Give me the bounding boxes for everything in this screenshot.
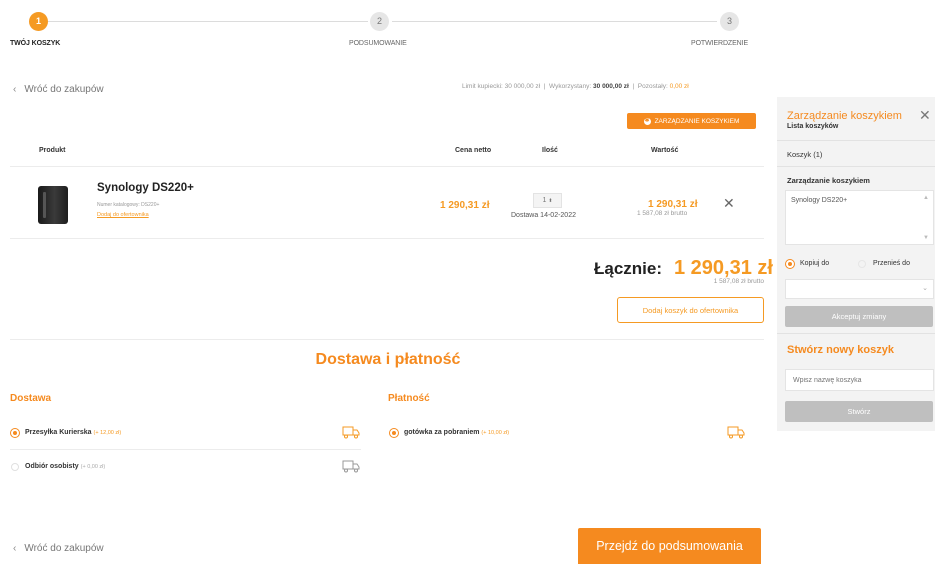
option-cost: (+ 12,00 zł): [93, 430, 122, 436]
step-3-circle: 3: [720, 12, 739, 31]
panel-subtitle: Lista koszyków: [787, 123, 839, 130]
cart-item-entry: Synology DS220+: [791, 197, 848, 204]
manage-cart-label: ZARZĄDZANIE KOSZYKIEM: [654, 117, 740, 125]
quantity-value: 1: [542, 197, 547, 204]
column-net-price: Cena netto: [455, 147, 492, 154]
total-label: Łącznie:: [594, 259, 663, 278]
delivery-title: Dostawa: [10, 393, 52, 404]
add-cart-to-offer-label: Dodaj koszyk do ofertownika: [642, 305, 739, 315]
truck-icon: [342, 460, 360, 473]
limit-label: Limit kupiecki:: [462, 83, 503, 90]
remove-item-icon[interactable]: ✕: [723, 196, 735, 210]
accept-changes-label: Akceptuj zmiany: [831, 312, 887, 321]
step-1-label: TWÓJ KOSZYK: [10, 40, 61, 47]
option-name: Odbiór osobisty: [25, 463, 79, 470]
product-value: 1 290,31 zł: [648, 199, 698, 210]
manage-cart-button[interactable]: ✱ ZARZĄDZANIE KOSZYKIEM: [627, 113, 756, 129]
divider: [10, 449, 361, 450]
close-icon[interactable]: ✕: [919, 107, 931, 124]
back-to-shopping-link[interactable]: ‹ Wróć do zakupów: [13, 84, 104, 95]
left-label: Pozostały:: [637, 83, 668, 90]
target-cart-select[interactable]: ⌄: [785, 279, 934, 299]
cart-list-item[interactable]: Koszyk (1): [787, 150, 822, 159]
step-3-label: POTWIERDZENIE: [691, 40, 749, 47]
chevron-down-icon: ⌄: [922, 285, 928, 292]
shipping-payment-title: Dostawa i płatność: [315, 351, 461, 368]
new-cart-name-input[interactable]: [785, 369, 934, 391]
divider: [777, 166, 935, 167]
credit-limit-info: Limit kupiecki: 30 000,00 zł | Wykorzyst…: [462, 83, 689, 90]
create-cart-label: Stwórz: [847, 407, 871, 416]
payment-title: Płatność: [388, 393, 430, 404]
step-2-label: PODSUMOWANIE: [349, 40, 407, 47]
divider: [10, 339, 764, 340]
payment-cod-radio[interactable]: [389, 428, 399, 438]
delivery-pickup-radio[interactable]: [11, 463, 19, 471]
back-to-shopping-link-bottom[interactable]: ‹ Wróć do zakupów: [13, 543, 104, 554]
product-name[interactable]: Synology DS220+: [97, 182, 194, 194]
new-cart-title: Stwórz nowy koszyk: [787, 344, 894, 356]
move-to-label: Przenieś do: [873, 260, 910, 267]
option-cost: (+ 10,00 zł): [481, 430, 510, 436]
step-1-circle: 1: [29, 12, 48, 31]
create-cart-button[interactable]: Stwórz: [785, 401, 933, 422]
product-catalog-number: Numer katalogowy: DS220+: [97, 202, 160, 208]
divider: [10, 166, 764, 167]
truck-icon: [727, 426, 745, 439]
chevron-updown-icon: ⬍: [548, 198, 553, 204]
limit-value: 30 000,00 zł: [504, 83, 541, 90]
option-name: Przesyłka Kurierska: [25, 429, 92, 436]
used-label: Wykorzystany:: [549, 83, 592, 90]
proceed-to-summary-button[interactable]: Przejdź do podsumowania: [578, 528, 761, 564]
add-cart-to-offer-button[interactable]: Dodaj koszyk do ofertownika: [617, 297, 764, 323]
left-value: 0,00 zł: [669, 83, 689, 90]
manage-cart-heading: Zarządzanie koszykiem: [787, 176, 870, 185]
truck-icon: [342, 426, 360, 439]
step-2-circle: 2: [370, 12, 389, 31]
back-link-label: Wróć do zakupów: [24, 84, 104, 95]
total-value: 1 290,31 zł: [674, 257, 773, 279]
panel-title: Zarządzanie koszykiem: [787, 110, 902, 122]
column-value: Wartość: [651, 147, 679, 154]
separator: |: [632, 83, 635, 90]
column-qty: Ilość: [542, 147, 558, 154]
move-to-radio[interactable]: [858, 260, 866, 268]
separator: |: [543, 83, 546, 90]
divider: [10, 238, 764, 239]
stepper-line: [48, 21, 368, 22]
product-net-price: 1 290,31 zł: [440, 200, 490, 211]
delivery-date: Dostawa 14-02-2022: [511, 212, 576, 219]
option-name: gotówka za pobraniem: [404, 429, 480, 436]
divider: [777, 140, 935, 141]
proceed-label: Przejdź do podsumowania: [596, 539, 743, 553]
delivery-pickup-label[interactable]: Odbiór osobisty (+ 0,00 zł): [25, 463, 105, 470]
back-link-label: Wróć do zakupów: [24, 543, 104, 554]
scroll-down-icon[interactable]: ▼: [923, 235, 929, 241]
add-to-offer-link[interactable]: Dodaj do ofertownika: [97, 212, 149, 218]
used-value: 30 000,00 zł: [593, 83, 629, 90]
chevron-left-icon: ‹: [13, 543, 17, 554]
product-image: [38, 186, 68, 224]
gear-icon: ✱: [643, 117, 651, 125]
accept-changes-button[interactable]: Akceptuj zmiany: [785, 306, 933, 327]
option-cost: (+ 0,00 zł): [80, 464, 106, 470]
column-product: Produkt: [39, 147, 66, 154]
product-brutto: 1 587,08 zł brutto: [637, 210, 688, 217]
delivery-courier-radio[interactable]: [10, 428, 20, 438]
copy-to-radio[interactable]: [785, 259, 795, 269]
chevron-left-icon: ‹: [13, 84, 17, 95]
payment-cod-label[interactable]: gotówka za pobraniem (+ 10,00 zł): [404, 429, 509, 436]
scroll-up-icon[interactable]: ▲: [923, 195, 929, 201]
total-brutto: 1 587,08 zł brutto: [713, 278, 764, 285]
copy-to-label: Kopiuj do: [800, 260, 830, 267]
cart-items-list[interactable]: Synology DS220+ ▲ ▼: [785, 190, 934, 245]
quantity-stepper[interactable]: 1 ⬍: [533, 193, 562, 208]
stepper-line: [392, 21, 717, 22]
delivery-courier-label[interactable]: Przesyłka Kurierska (+ 12,00 zł): [25, 429, 121, 436]
divider: [777, 333, 935, 334]
